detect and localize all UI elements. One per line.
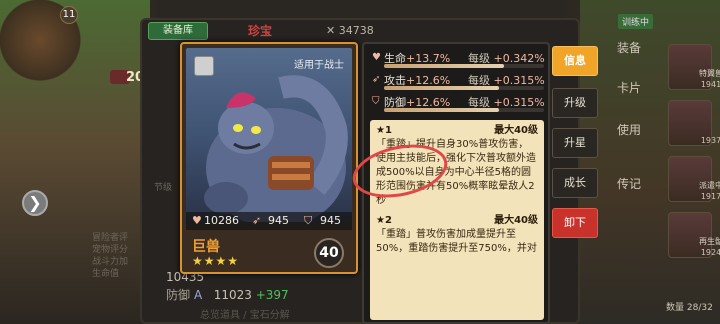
back-stat-rank: A [194,288,203,302]
skill-text: 「重踏」普攻伤害加成量提升至50%，重踏伤害提升至750%，并对 [376,229,537,254]
side-button-equip[interactable]: 装备 [596,34,662,62]
card-atk: 945 [268,214,289,227]
back-footer: 总览道具 / 宝石分解 [200,310,290,321]
heart-icon: ♥ [372,52,381,63]
currency-count-value: 34738 [338,24,374,37]
card-stat-bar: ♥ 10286 ➶ 945 ⛉ 945 [186,212,352,230]
back-stat-row: 防御 A 11023 +397 [166,286,289,304]
card-level: 40 [314,238,344,268]
skill-header: ★2 最大40级 [376,214,538,228]
pet-card-name: 特翼兽 [699,69,720,78]
currency-count: ✕ 34738 [326,24,374,37]
game-screen: 11 20 ❯ 冒险者评 宠物评分 战斗力加 生命值 装备库 珍宝 ✕ 3473… [0,0,720,324]
skill-text: 「重踏」提升自身30%普攻伤害，使用主技能后，强化下次普攻额外造成500%以自身… [376,139,536,206]
inventory-count: 数量 28/32 [666,303,713,313]
tab-info[interactable]: 信息 [552,46,598,76]
side-line: 战斗力加 [92,257,129,267]
unequip-button[interactable]: 卸下 [552,208,598,238]
applies-to-class: 适用于战士 [294,60,344,71]
sword-icon: ➶ [252,214,262,227]
skill-star: ★1 [376,125,392,136]
pet-card-number: 1941 [700,80,720,89]
skill-star: ★2 [376,215,392,226]
side-line: 宠物评分 [92,245,129,255]
lock-icon[interactable] [194,56,214,76]
card-name: 巨兽 [192,239,220,255]
side-line: 冒险者评 [92,233,129,243]
stat-progress-bar [384,64,544,68]
back-title: 珍宝 [248,24,273,38]
pet-card[interactable]: 特翼兽 1941 [668,44,720,90]
skill-description: ★1 最大40级 「重踏」提升自身30%普攻伤害，使用主技能后，强化下次普攻额外… [370,120,544,320]
player-level-badge: 11 [60,6,78,24]
side-button-use[interactable]: 使用 [596,116,662,144]
side-list: 冒险者评 宠物评分 战斗力加 生命值 [92,232,128,280]
sword-icon: ➶ [372,74,381,85]
scroll-left-button[interactable]: ❯ [22,190,48,216]
pet-card-number: 1917 [700,192,720,201]
pet-card[interactable]: 派遣中 1917 [668,156,720,202]
shield-icon: ⛉ [372,96,380,107]
stat-progress-bar [384,86,544,90]
back-subtitle: 节级 [154,183,173,193]
back-stat-label: 防御 [166,288,191,302]
pet-card-number: 1924 [700,248,720,257]
pet-card-name: 再生骷 [699,237,720,246]
card-hp: 10286 [204,214,239,227]
heart-icon: ♥ [192,214,202,227]
stat-row-def: ⛉ 防御+12.6% 每级 +0.315% [372,94,548,116]
tab-growth[interactable]: 成长 [552,168,598,198]
side-button-card[interactable]: 卡片 [596,74,662,102]
status-tag: 训练中 [618,14,654,29]
shield-icon: ⛉ [304,214,313,227]
pet-card[interactable]: 再生骷 1924 [668,212,720,258]
skill-max-level: 最大40级 [494,215,538,226]
stat-row-hp: ♥ 生命+13.7% 每级 +0.342% [372,50,548,72]
pet-card-name: 派遣中 [699,181,720,190]
tab-upgrade[interactable]: 升级 [552,88,598,118]
skill-max-level: 最大40级 [494,125,538,136]
card-info-panel: ♥ 生命+13.7% 每级 +0.342% ➶ 攻击+12.6% 每级 +0.3… [362,42,550,324]
tab-star-up[interactable]: 升星 [552,128,598,158]
side-line: 生命值 [92,269,120,279]
star-rating: ★★★★ [192,254,240,268]
monster-card: 适用于战士 ♥ 10286 ➶ 945 ⛉ 945 巨兽 ★★★★ 40 [180,42,358,274]
side-button-biography[interactable]: 传记 [596,170,662,198]
stat-progress-bar [384,108,544,112]
back-stat-value: 11023 [213,288,252,302]
monster-portrait: 适用于战士 [186,48,352,222]
back-stat-plus: +397 [255,288,289,302]
card-def: 945 [320,214,341,227]
equipment-library-tab[interactable]: 装备库 [148,22,208,40]
left-background: 11 20 ❯ 冒险者评 宠物评分 战斗力加 生命值 [0,0,150,324]
pet-card[interactable]: 1937 [668,100,720,146]
stat-row-atk: ➶ 攻击+12.6% 每级 +0.315% [372,72,548,94]
pet-card-number: 1937 [700,136,720,145]
skill-header: ★1 最大40级 [376,124,538,138]
